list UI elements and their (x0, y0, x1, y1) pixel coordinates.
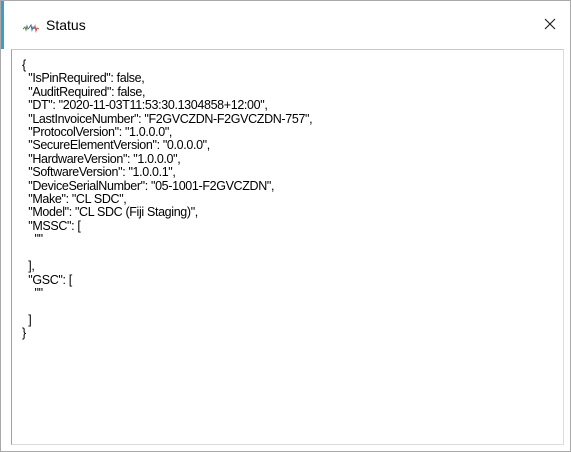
json-line: "HardwareVersion": "1.0.0.0", (22, 151, 181, 166)
close-button[interactable] (530, 9, 570, 39)
json-line: ] (22, 312, 32, 327)
json-line (22, 300, 563, 313)
json-line: ], (22, 259, 35, 274)
title-bar[interactable]: Status (1, 1, 570, 49)
status-app-icon (22, 20, 40, 33)
json-line: "Model": "CL SDC (Fiji Staging)", (22, 205, 198, 220)
json-line: "SoftwareVersion": "1.0.0.1", (22, 165, 176, 180)
json-line: "IsPinRequired": false, (22, 71, 145, 86)
close-icon (544, 18, 556, 30)
json-line: } (22, 326, 26, 341)
json-line: "Make": "CL SDC", (22, 192, 127, 207)
window-accent-border (1, 1, 4, 49)
json-output-text: { "IsPinRequired": false, "AuditRequired… (12, 50, 563, 341)
json-line: "GSC": [ (22, 272, 72, 287)
json-line: "" (22, 232, 43, 247)
json-line: "AuditRequired": false, (22, 84, 146, 99)
json-line: "ProtocolVersion": "1.0.0.0", (22, 125, 173, 140)
json-line (22, 247, 563, 260)
status-window: Status { "IsPinRequired": false, "AuditR… (0, 0, 571, 452)
json-line: "LastInvoiceNumber": "F2GVCZDN-F2GVCZDN-… (22, 111, 313, 126)
json-line: { (22, 58, 26, 72)
json-line: "SecureElementVersion": "0.0.0.0", (22, 138, 210, 153)
json-line: "MSSC": [ (22, 218, 81, 233)
window-title: Status (46, 17, 86, 33)
json-line: "DeviceSerialNumber": "05-1001-F2GVCZDN"… (22, 178, 275, 193)
json-line: "" (22, 285, 43, 300)
json-output-textbox[interactable]: { "IsPinRequired": false, "AuditRequired… (11, 49, 564, 445)
json-line: "DT": "2020-11-03T11:53:30.1304858+12:00… (22, 98, 268, 113)
